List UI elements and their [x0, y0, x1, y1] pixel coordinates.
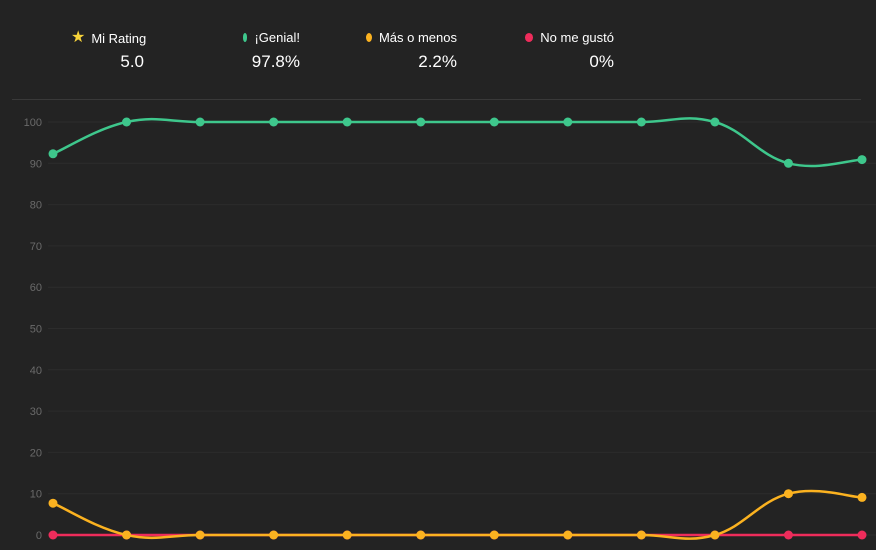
data-point-genial-2[interactable] — [122, 117, 132, 127]
y-tick-label-60: 60 — [30, 282, 42, 294]
data-point-no-me-gusto-11[interactable] — [783, 530, 793, 540]
data-point-genial-4[interactable] — [269, 117, 279, 127]
data-point-genial-6[interactable] — [416, 117, 426, 127]
data-point-mas-o-menos-6[interactable] — [416, 530, 426, 540]
data-point-mas-o-menos-4[interactable] — [269, 530, 279, 540]
data-point-genial-3[interactable] — [195, 117, 205, 127]
series-line-genial — [52, 117, 863, 168]
data-point-mas-o-menos-7[interactable] — [489, 530, 499, 540]
data-point-mas-o-menos-9[interactable] — [636, 530, 646, 540]
data-point-mas-o-menos-10[interactable] — [710, 530, 720, 540]
y-tick-label-100: 100 — [24, 117, 42, 129]
y-tick-label-0: 0 — [36, 530, 42, 542]
data-point-mas-o-menos-11[interactable] — [783, 489, 793, 499]
data-point-mas-o-menos-12[interactable] — [857, 492, 867, 502]
data-point-genial-11[interactable] — [783, 158, 793, 168]
rating-chart-panel: ★ Mi Rating 5.0 ¡Genial! 97.8% Más o men… — [0, 0, 876, 550]
data-point-genial-9[interactable] — [636, 117, 646, 127]
data-point-no-me-gusto-1[interactable] — [48, 530, 58, 540]
y-tick-label-50: 50 — [30, 324, 42, 336]
data-point-genial-12[interactable] — [857, 155, 867, 165]
data-point-mas-o-menos-1[interactable] — [48, 498, 58, 508]
data-point-mas-o-menos-8[interactable] — [563, 530, 573, 540]
y-tick-label-90: 90 — [30, 158, 42, 170]
data-point-genial-10[interactable] — [710, 117, 720, 127]
y-tick-label-70: 70 — [30, 241, 42, 253]
y-tick-label-30: 30 — [30, 406, 42, 418]
y-axis-ticks: 0 10 20 30 40 50 60 70 80 90 100 — [24, 117, 42, 542]
series-line-mas-o-menos — [52, 489, 863, 540]
data-point-genial-5[interactable] — [342, 117, 352, 127]
y-tick-label-80: 80 — [30, 200, 42, 212]
data-point-genial-8[interactable] — [563, 117, 573, 127]
data-point-genial-1[interactable] — [48, 149, 58, 159]
data-point-mas-o-menos-5[interactable] — [342, 530, 352, 540]
data-point-mas-o-menos-2[interactable] — [122, 530, 132, 540]
y-tick-label-40: 40 — [30, 365, 42, 377]
data-point-mas-o-menos-3[interactable] — [195, 530, 205, 540]
grid-lines — [48, 121, 876, 536]
data-point-no-me-gusto-12[interactable] — [857, 530, 867, 540]
data-point-genial-7[interactable] — [489, 117, 499, 127]
y-tick-label-10: 10 — [30, 489, 42, 501]
line-chart: 0 10 20 30 40 50 60 70 80 90 100 — [24, 117, 876, 542]
y-tick-label-20: 20 — [30, 447, 42, 459]
